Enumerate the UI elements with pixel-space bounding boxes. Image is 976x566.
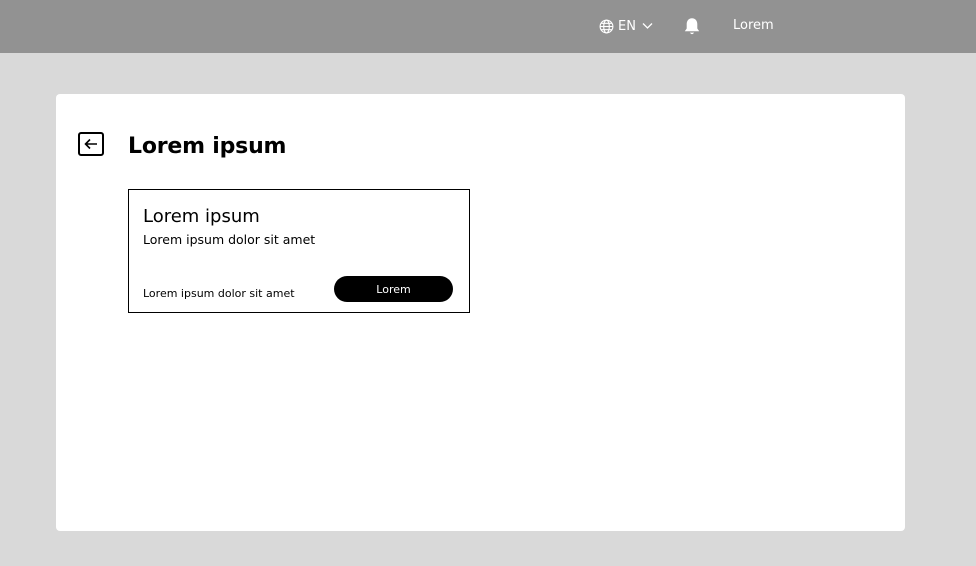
top-bar: EN Lorem (0, 0, 976, 53)
arrow-left-icon (84, 138, 98, 150)
item-title: Lorem ipsum (143, 206, 260, 227)
back-button[interactable] (78, 132, 104, 156)
user-menu[interactable]: Lorem (733, 18, 774, 33)
language-label: EN (618, 18, 636, 34)
item-subtitle: Lorem ipsum dolor sit amet (143, 232, 316, 247)
item-action-button[interactable]: Lorem (334, 276, 453, 302)
chevron-down-icon (636, 22, 653, 30)
main-card: Lorem ipsum Lorem ipsum Lorem ipsum dolo… (56, 94, 905, 531)
item-footer-text: Lorem ipsum dolor sit amet (143, 287, 295, 300)
globe-icon (599, 19, 618, 34)
language-selector[interactable]: EN (599, 17, 653, 35)
bell-icon[interactable] (683, 17, 701, 36)
item-card: Lorem ipsum Lorem ipsum dolor sit amet L… (128, 189, 470, 313)
page-title: Lorem ipsum (128, 134, 287, 159)
